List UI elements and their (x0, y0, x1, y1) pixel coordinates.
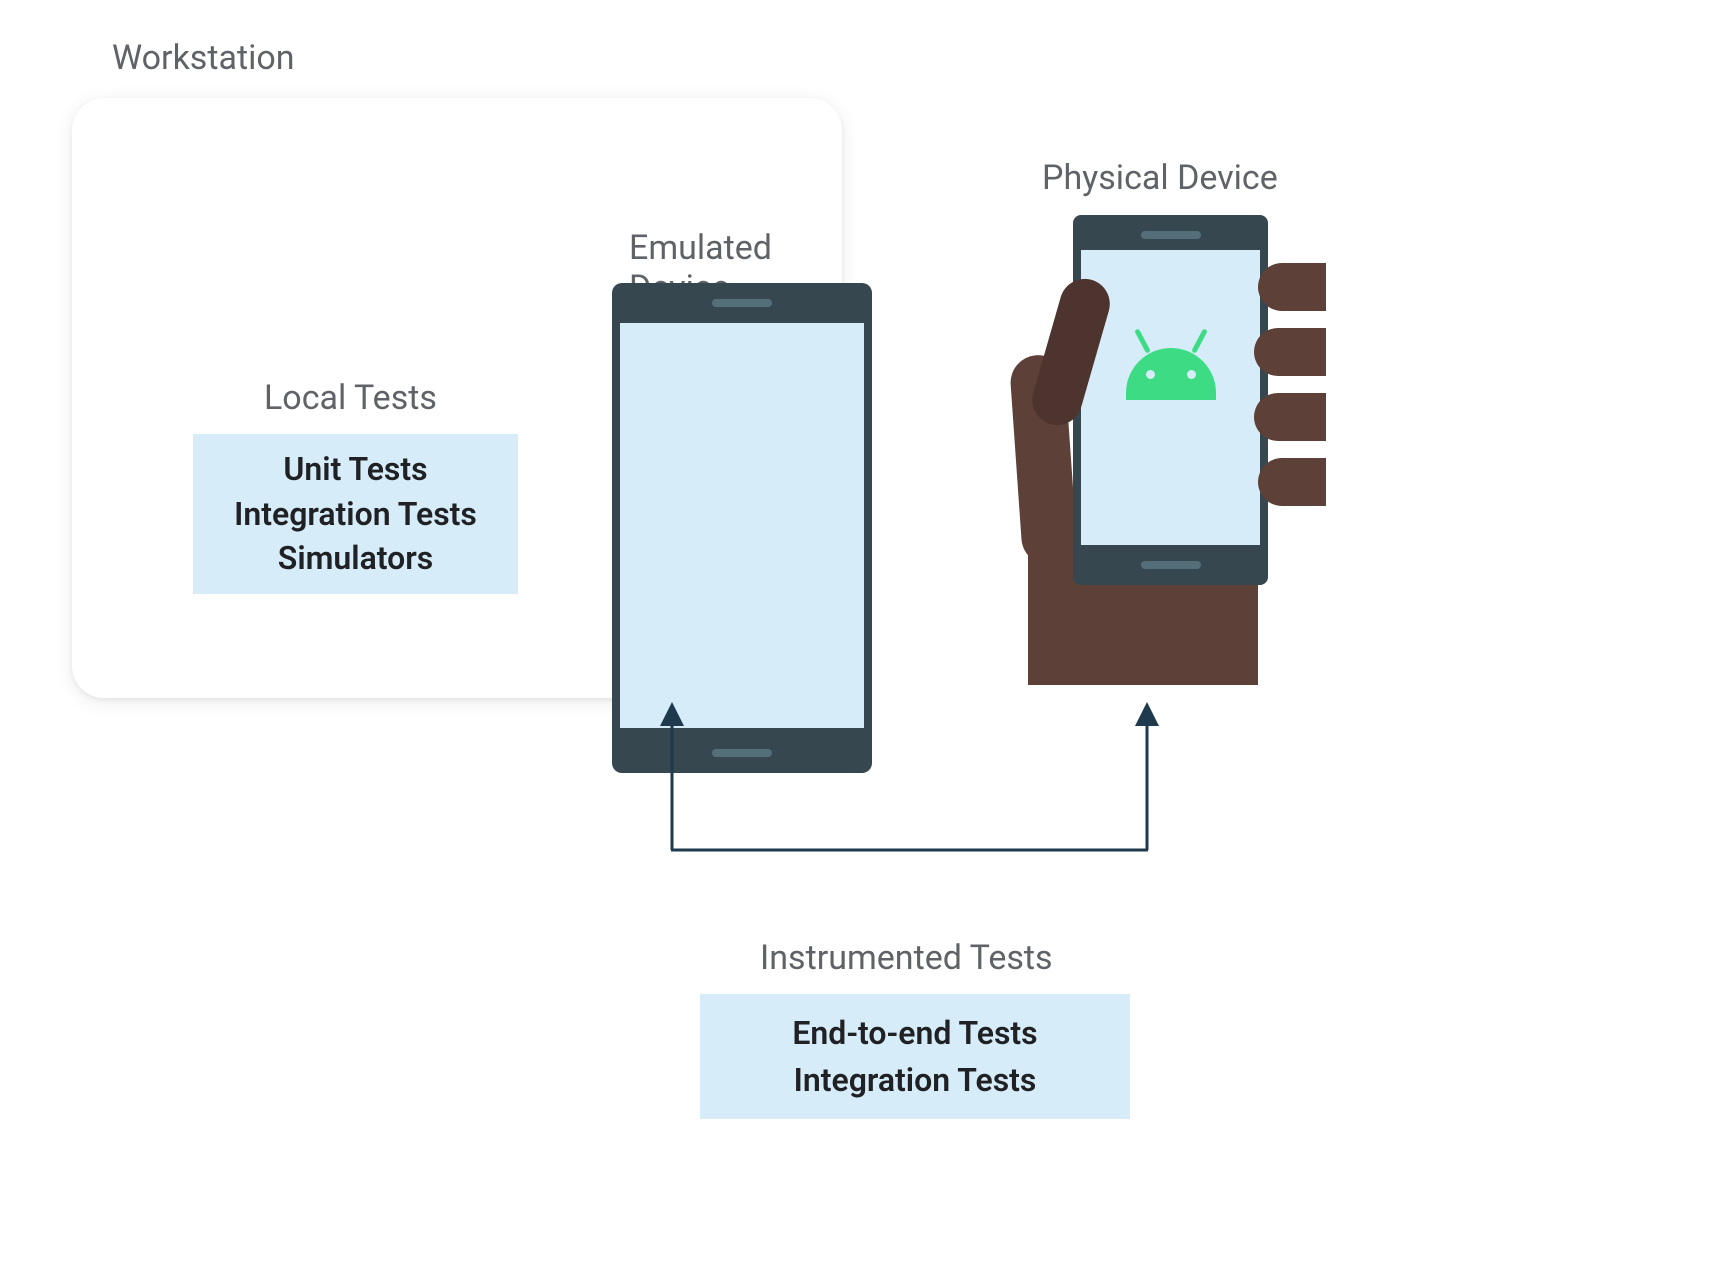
local-tests-item: Unit Tests (283, 447, 427, 492)
workstation-card: Local Tests Unit Tests Integration Tests… (72, 98, 842, 698)
workstation-label: Workstation (112, 38, 295, 78)
instrumented-tests-box: End-to-end Tests Integration Tests (700, 994, 1130, 1119)
android-icon (1126, 348, 1216, 400)
instrumented-tests-label: Instrumented Tests (760, 938, 1053, 978)
physical-device-icon (1018, 215, 1318, 685)
instrumented-tests-item: End-to-end Tests (792, 1010, 1037, 1056)
local-tests-item: Integration Tests (234, 492, 477, 537)
local-tests-label: Local Tests (264, 378, 437, 418)
hand-icon (1018, 215, 1318, 685)
instrumented-tests-item: Integration Tests (794, 1057, 1037, 1103)
connector-arrows (671, 700, 1148, 865)
physical-device-label: Physical Device (1042, 158, 1278, 198)
phone-icon (1073, 215, 1268, 585)
local-tests-box: Unit Tests Integration Tests Simulators (193, 434, 518, 594)
local-tests-item: Simulators (278, 536, 433, 581)
